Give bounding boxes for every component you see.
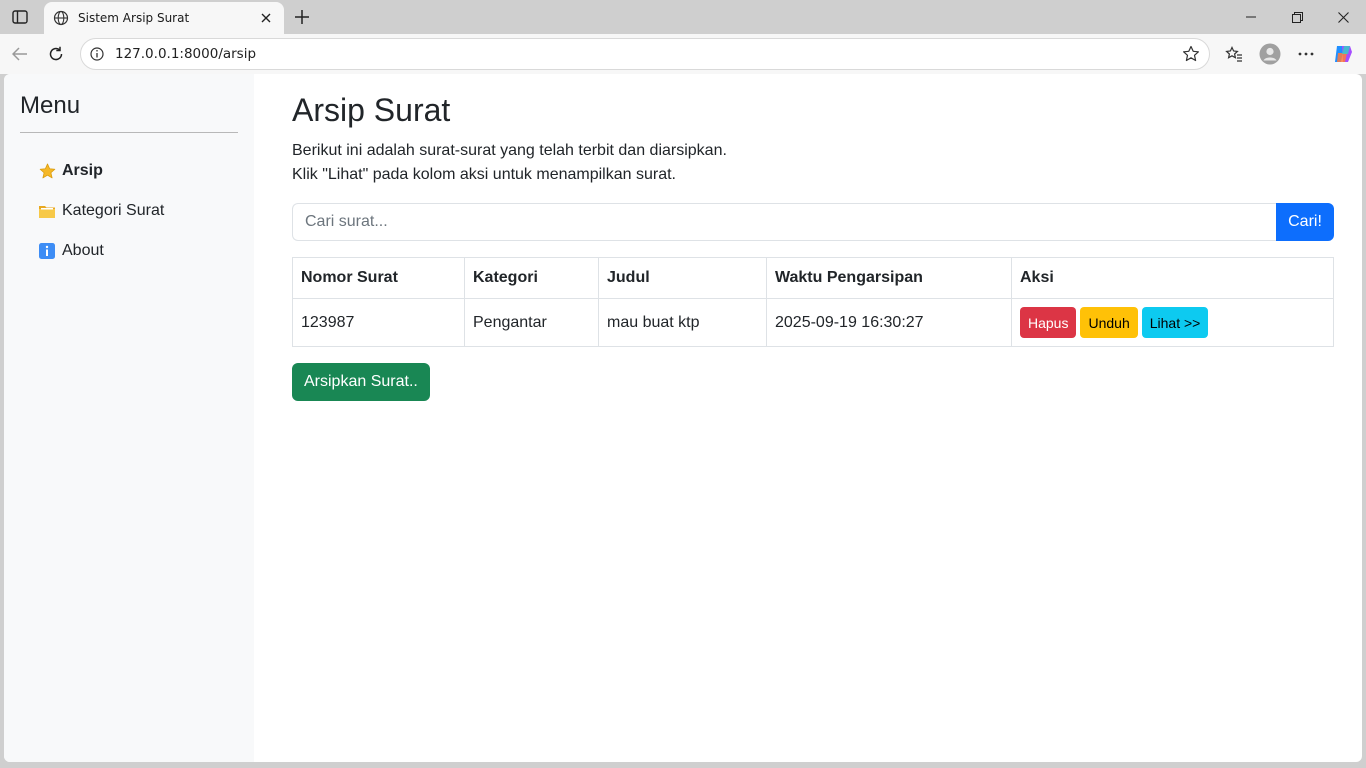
table-header-row: Nomor Surat Kategori Judul Waktu Pengars…: [292, 257, 1334, 299]
url-text[interactable]: 127.0.0.1:8000/arsip: [115, 46, 1181, 62]
archive-table: Nomor Surat Kategori Judul Waktu Pengars…: [292, 257, 1334, 347]
header-judul: Judul: [598, 257, 767, 299]
new-tab-icon[interactable]: [290, 5, 314, 29]
header-kategori: Kategori: [464, 257, 599, 299]
browser-toolbar: 127.0.0.1:8000/arsip: [0, 34, 1366, 74]
info-icon: [38, 242, 56, 260]
sidebar-item-label: About: [62, 242, 104, 259]
more-options-icon[interactable]: [1293, 42, 1319, 66]
back-icon[interactable]: [8, 42, 32, 66]
search-group: Cari!: [292, 203, 1334, 241]
sidebar-title: Menu: [20, 92, 238, 133]
star-icon: [38, 162, 56, 180]
main-content: Arsip Surat Berikut ini adalah surat-sur…: [292, 74, 1334, 401]
search-input[interactable]: [292, 203, 1276, 241]
delete-button[interactable]: Hapus: [1020, 307, 1077, 338]
browser-tab-strip: Sistem Arsip Surat: [0, 0, 1366, 34]
header-aksi: Aksi: [1011, 257, 1334, 299]
copilot-icon[interactable]: [1330, 42, 1356, 66]
download-button[interactable]: Unduh: [1080, 307, 1138, 338]
profile-avatar-icon[interactable]: [1257, 42, 1283, 66]
page-title: Arsip Surat: [292, 92, 451, 128]
view-button[interactable]: Lihat >>: [1141, 307, 1209, 338]
page-description-1: Berikut ini adalah surat-surat yang tela…: [292, 142, 727, 159]
table-row: 123987 Pengantar mau buat ktp 2025-09-19…: [292, 298, 1334, 347]
folder-icon: [38, 202, 56, 220]
row-actions: Hapus Unduh Lihat >>: [1020, 307, 1325, 338]
sidebar-toggle-icon[interactable]: [8, 6, 32, 28]
sidebar-menu: Arsip Kategori Surat About: [20, 151, 238, 271]
sidebar-item-label: Kategori Surat: [62, 202, 165, 219]
sidebar-item-kategori-surat[interactable]: Kategori Surat: [20, 191, 238, 231]
minimize-icon[interactable]: [1228, 4, 1274, 30]
reload-icon[interactable]: [44, 42, 68, 66]
archive-letter-button[interactable]: Arsipkan Surat..: [292, 363, 430, 401]
close-icon[interactable]: [254, 6, 278, 30]
sidebar-item-label: Arsip: [62, 162, 103, 179]
favorites-icon[interactable]: [1221, 42, 1247, 66]
search-button[interactable]: Cari!: [1276, 203, 1334, 241]
sidebar-item-about[interactable]: About: [20, 231, 238, 271]
browser-tab[interactable]: Sistem Arsip Surat: [44, 2, 284, 34]
globe-icon: [52, 9, 70, 27]
page-description-2: Klik "Lihat" pada kolom aksi untuk menam…: [292, 166, 676, 183]
header-waktu-pengarsipan: Waktu Pengarsipan: [766, 257, 1012, 299]
cell-aksi: Hapus Unduh Lihat >>: [1011, 298, 1334, 347]
cell-waktu: 2025-09-19 16:30:27: [766, 298, 1012, 347]
page-viewport: Menu Arsip Kategori Surat About Arsip Su…: [4, 74, 1362, 762]
header-nomor-surat: Nomor Surat: [292, 257, 465, 299]
sidebar: Menu Arsip Kategori Surat About: [4, 74, 254, 762]
tab-title: Sistem Arsip Surat: [78, 11, 190, 25]
favorite-star-icon[interactable]: [1181, 44, 1201, 64]
cell-judul: mau buat ktp: [598, 298, 767, 347]
cell-nomor-surat: 123987: [292, 298, 465, 347]
sidebar-item-arsip[interactable]: Arsip: [20, 151, 238, 191]
address-bar[interactable]: 127.0.0.1:8000/arsip: [80, 38, 1210, 70]
cell-kategori: Pengantar: [464, 298, 599, 347]
window-close-icon[interactable]: [1320, 4, 1366, 30]
restore-icon[interactable]: [1274, 4, 1320, 30]
site-info-icon[interactable]: [89, 46, 105, 62]
